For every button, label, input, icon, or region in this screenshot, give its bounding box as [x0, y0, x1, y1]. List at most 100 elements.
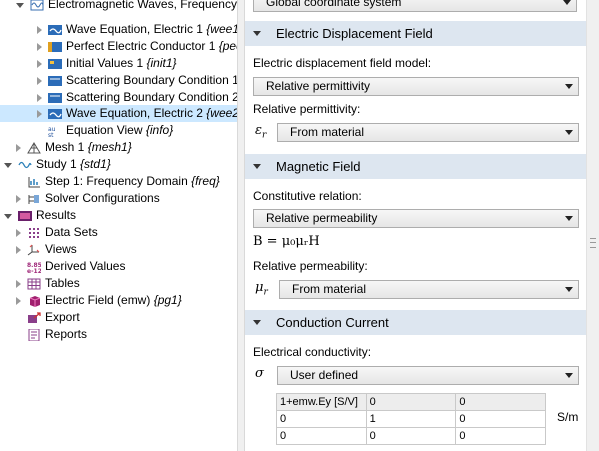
matrix-cell[interactable]: 0: [276, 427, 367, 445]
expand-closed-icon[interactable]: [16, 143, 21, 152]
coordinate-system-combo[interactable]: Global coordinate system: [253, 0, 577, 12]
conductivity-matrix: 1+emw.Ey [S/V] 0 0 0 1 0 0 0 0: [276, 393, 546, 445]
section-conduction-current[interactable]: Conduction Current: [245, 310, 586, 335]
tree-item[interactable]: Step 1: Frequency Domain {freq}: [0, 173, 237, 190]
tree-item[interactable]: Electromagnetic Waves, Frequency Domain: [0, 0, 237, 13]
matrix-cell[interactable]: 0: [365, 393, 457, 411]
matrix-cell[interactable]: 0: [455, 410, 546, 428]
matrix-cell[interactable]: 0: [276, 410, 367, 428]
matrix-cell[interactable]: 0: [365, 427, 457, 445]
pec-boundary-icon: [48, 41, 62, 53]
expand-closed-icon[interactable]: [37, 93, 42, 102]
derived-values-icon: 8.85 e-12: [27, 261, 42, 275]
tree-item-tag: {pg1}: [153, 293, 182, 307]
tree-item[interactable]: Wave Equation, Electric 2 {wee2}: [0, 105, 237, 122]
tree-item-label: Initial Values 1: [66, 56, 144, 70]
svg-text:st: st: [48, 132, 54, 137]
electrical-conductivity-combo[interactable]: User defined: [277, 366, 579, 385]
tree-item-label: Results: [36, 208, 77, 222]
svg-text:e-12: e-12: [27, 268, 41, 273]
tree-item-label: Derived Values: [45, 259, 126, 273]
tree-item-label: Step 1: Frequency Domain: [45, 174, 188, 188]
tree-item[interactable]: Wave Equation, Electric 1 {wee1}: [0, 21, 237, 38]
constitutive-relation-combo[interactable]: Relative permeability: [253, 209, 579, 228]
epsilon-r-symbol: εr: [255, 123, 267, 141]
equation-view-icon: au st: [48, 125, 62, 139]
section-title: Electric Displacement Field: [276, 26, 433, 41]
expand-closed-icon[interactable]: [16, 194, 21, 203]
matrix-cell[interactable]: 0: [455, 393, 546, 411]
pane-splitter[interactable]: [237, 0, 245, 451]
expand-open-icon[interactable]: [4, 214, 12, 219]
chevron-down-icon: [565, 130, 573, 135]
tables-icon: [27, 278, 41, 290]
tree-item[interactable]: Scattering Boundary Condition 2: [0, 89, 237, 106]
scattering-boundary-icon: [48, 92, 62, 104]
tree-item[interactable]: Electric Field (emw) {pg1}: [0, 292, 237, 309]
tree-item[interactable]: Data Sets: [0, 224, 237, 241]
tree-item[interactable]: 8.85 e-12 Derived Values: [0, 258, 237, 275]
tree-item-label: Perfect Electric Conductor 1: [66, 39, 216, 53]
tree-item-label: Electromagnetic Waves, Frequency Domain: [48, 0, 237, 11]
wave-equation-icon: [48, 24, 62, 36]
vertical-scrollbar[interactable]: [586, 0, 599, 451]
tree-item-label: Study 1: [36, 157, 77, 171]
initial-values-icon: [48, 58, 62, 70]
tree-item[interactable]: Results: [0, 207, 237, 224]
tree-item[interactable]: au st Equation View {info}: [0, 122, 237, 139]
tree-item-label: Scattering Boundary Condition 2: [66, 90, 237, 104]
model-builder-tree: Electromagnetic Waves, Frequency Domain W…: [0, 0, 237, 451]
export-icon: [27, 311, 41, 324]
constitutive-relation-value: Relative permeability: [266, 211, 378, 225]
matrix-row: 0 0 0: [276, 427, 546, 445]
relative-permittivity-combo[interactable]: From material: [277, 123, 579, 142]
results-icon: [18, 210, 32, 222]
tree-item[interactable]: Study 1 {std1}: [0, 156, 237, 173]
tree-item-label: Wave Equation, Electric 2: [66, 106, 203, 120]
plot-group-icon: [27, 295, 41, 307]
data-sets-icon: [27, 227, 41, 239]
tree-item-label: Equation View: [66, 123, 143, 137]
matrix-cell[interactable]: 1+emw.Ey [S/V]: [276, 393, 367, 411]
matrix-cell[interactable]: 0: [455, 427, 546, 445]
scroll-grip-icon: [590, 238, 596, 248]
constitutive-relation-label: Constitutive relation:: [253, 189, 362, 203]
relative-permeability-combo[interactable]: From material: [279, 280, 579, 299]
wave-equation-icon: [48, 108, 62, 120]
expand-closed-icon[interactable]: [37, 76, 42, 85]
section-magnetic-field[interactable]: Magnetic Field: [245, 154, 586, 179]
solver-configurations-icon: [27, 193, 41, 205]
tree-item[interactable]: Reports: [0, 326, 237, 343]
expand-closed-icon[interactable]: [16, 228, 21, 237]
expand-closed-icon[interactable]: [37, 25, 42, 34]
tree-item[interactable]: Perfect Electric Conductor 1 {pec1}: [0, 38, 237, 55]
matrix-cell[interactable]: 1: [365, 410, 457, 428]
section-title: Magnetic Field: [276, 159, 361, 174]
tree-item[interactable]: Tables: [0, 275, 237, 292]
tree-item[interactable]: Initial Values 1 {init1}: [0, 55, 237, 72]
expand-closed-icon[interactable]: [37, 59, 42, 68]
relative-permeability-value: From material: [292, 282, 367, 296]
expand-closed-icon[interactable]: [37, 109, 42, 118]
scattering-boundary-icon: [48, 75, 62, 87]
expand-closed-icon[interactable]: [16, 279, 21, 288]
relative-permeability-label: Relative permeability:: [253, 259, 368, 273]
chevron-down-icon: [563, 0, 571, 5]
tree-item[interactable]: Scattering Boundary Condition 1: [0, 72, 237, 89]
displacement-model-combo[interactable]: Relative permittivity: [253, 77, 579, 96]
expand-open-icon[interactable]: [16, 3, 24, 8]
mu-r-symbol: μr: [255, 280, 268, 298]
tree-item[interactable]: Mesh 1 {mesh1}: [0, 139, 237, 156]
matrix-row: 1+emw.Ey [S/V] 0 0: [276, 393, 546, 411]
tree-item-label: Export: [45, 310, 80, 324]
tree-item[interactable]: Export: [0, 309, 237, 326]
expand-closed-icon[interactable]: [16, 296, 21, 305]
expand-closed-icon[interactable]: [16, 245, 21, 254]
expand-closed-icon[interactable]: [37, 42, 42, 51]
electrical-conductivity-value: User defined: [290, 368, 359, 382]
tree-item[interactable]: Solver Configurations: [0, 190, 237, 207]
tree-item[interactable]: Views: [0, 241, 237, 258]
displacement-model-value: Relative permittivity: [266, 79, 371, 93]
expand-open-icon[interactable]: [4, 163, 12, 168]
section-electric-displacement-field[interactable]: Electric Displacement Field: [245, 21, 586, 46]
